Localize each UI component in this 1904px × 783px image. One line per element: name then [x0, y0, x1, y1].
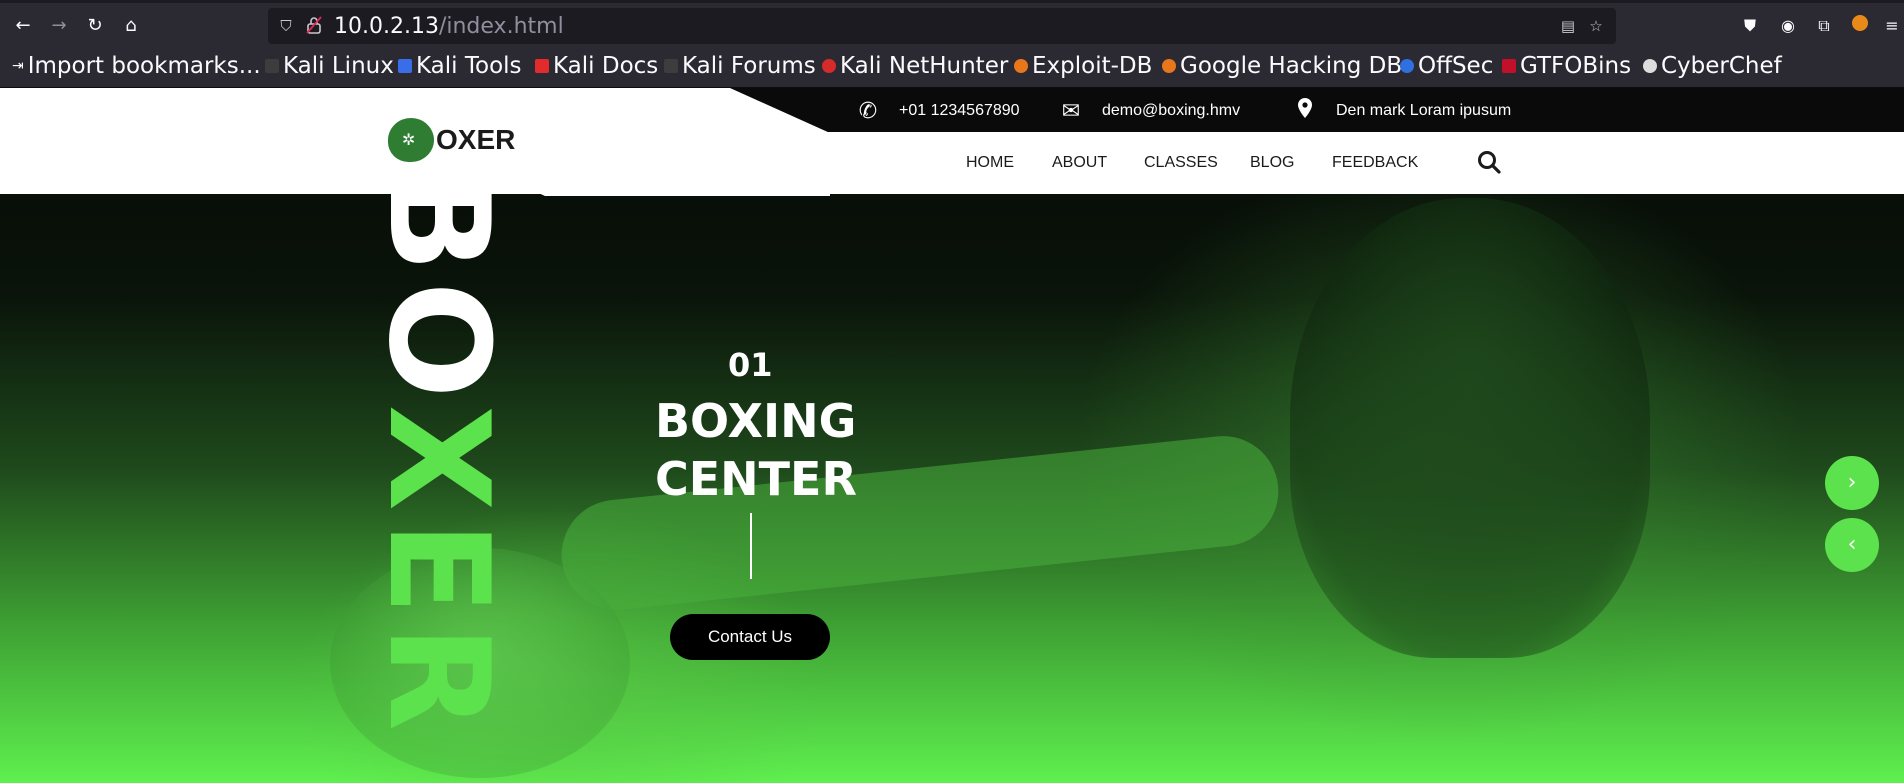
nav-about[interactable]: ABOUT	[1052, 154, 1107, 172]
slide-title-line1: BOXING	[655, 394, 857, 448]
bookmark-exploit-db[interactable]: Exploit-DB	[1014, 51, 1152, 81]
contact-email[interactable]: ✉ demo@boxing.hmv	[1058, 98, 1241, 123]
bookmark-label: Import bookmarks...	[27, 53, 261, 79]
vertical-letter: E	[358, 520, 519, 616]
bookmark-offsec[interactable]: OffSec	[1400, 51, 1493, 81]
forward-icon[interactable]: →	[45, 12, 73, 40]
bookmark-label: Exploit-DB	[1032, 53, 1153, 79]
hero-image-boxer	[1290, 198, 1650, 658]
extensions-icon[interactable]: ⧉	[1812, 14, 1836, 38]
kali-dragon-icon	[265, 59, 279, 73]
url-text[interactable]: 10.0.2.13/index.html	[334, 14, 564, 39]
offsec-icon	[1400, 59, 1414, 73]
kali-docs-icon	[535, 59, 549, 73]
bookmark-label: Google Hacking DB	[1180, 53, 1403, 79]
menu-icon[interactable]: ≡	[1880, 14, 1904, 38]
slide-number: 01	[728, 346, 773, 384]
nethunter-icon	[822, 59, 836, 73]
shield-icon[interactable]: ⛉	[276, 16, 296, 36]
nav-blog[interactable]: BLOG	[1250, 154, 1294, 172]
logo-text: OXER	[436, 124, 516, 155]
vertical-letter: X	[358, 404, 519, 512]
slide-divider	[750, 513, 752, 579]
bookmark-import[interactable]: ⇥ Import bookmarks...	[12, 51, 261, 81]
boxing-glove-logo-icon	[388, 118, 434, 162]
home-icon[interactable]: ⌂	[117, 12, 145, 40]
url-host: 10.0.2.13	[334, 14, 439, 39]
bookmark-label: Kali Tools	[416, 53, 522, 79]
bookmark-label: Kali Linux	[283, 53, 394, 79]
web-page: ✆ +01 1234567890 ✉ demo@boxing.hmv Den m…	[0, 88, 1904, 783]
bookmark-kali-forums[interactable]: Kali Forums	[664, 51, 816, 81]
contact-phone[interactable]: ✆ +01 1234567890	[855, 98, 1020, 123]
map-pin-icon	[1292, 97, 1318, 125]
bookmark-label: Kali NetHunter	[840, 53, 1009, 79]
ghdb-icon	[1162, 59, 1176, 73]
bookmark-label: Kali Forums	[682, 53, 816, 79]
nav-feedback[interactable]: FEEDBACK	[1332, 154, 1418, 172]
url-bar[interactable]: ⛉ 10.0.2.13/index.html ▤ ☆	[268, 8, 1616, 44]
chevron-left-icon[interactable]: ‹	[1825, 518, 1879, 572]
contact-us-button[interactable]: Contact Us	[670, 614, 830, 660]
insecure-lock-icon[interactable]	[304, 16, 324, 36]
bookmark-label: OffSec	[1418, 53, 1494, 79]
email-text: demo@boxing.hmv	[1102, 102, 1241, 119]
account-icon[interactable]: ◉	[1776, 14, 1800, 38]
vertical-letter: R	[358, 624, 519, 732]
pocket-icon[interactable]: ⛊	[1738, 14, 1762, 38]
bookmark-label: GTFOBins	[1520, 53, 1632, 79]
bookmark-google-hacking-db[interactable]: Google Hacking DB	[1162, 51, 1402, 81]
bookmark-gtfobins[interactable]: GTFOBins	[1502, 51, 1631, 81]
bookmark-label: CyberChef	[1661, 53, 1782, 79]
browser-toolbar: ← → ↻ ⌂ ⛉ 10.0.2.13/index.html ▤ ☆ ⛊ ◉ ⧉…	[0, 0, 1904, 46]
vertical-letter: B	[358, 167, 519, 273]
bookmarks-bar: ⇥ Import bookmarks... Kali Linux Kali Too…	[0, 46, 1904, 88]
bookmark-kali-docs[interactable]: Kali Docs	[535, 51, 658, 81]
contact-address[interactable]: Den mark Loram ipusum	[1292, 97, 1512, 125]
bookmark-kali-linux[interactable]: Kali Linux	[265, 51, 394, 81]
vertical-letter: O	[358, 281, 519, 399]
phone-text: +01 1234567890	[899, 102, 1020, 119]
bookmark-kali-tools[interactable]: Kali Tools	[398, 51, 522, 81]
search-icon[interactable]	[1477, 150, 1503, 176]
nav-home[interactable]: HOME	[966, 154, 1014, 172]
envelope-icon: ✉	[1061, 98, 1081, 123]
reader-mode-icon[interactable]: ▤	[1558, 16, 1578, 36]
bookmark-star-icon[interactable]: ☆	[1586, 16, 1606, 36]
nav-classes[interactable]: CLASSES	[1144, 154, 1218, 172]
address-text: Den mark Loram ipusum	[1336, 102, 1512, 119]
import-icon: ⇥	[12, 58, 24, 74]
reload-icon[interactable]: ↻	[81, 12, 109, 40]
kali-tools-icon	[398, 59, 412, 73]
chevron-right-icon[interactable]: ›	[1825, 456, 1879, 510]
vertical-boxer-word: B O X E R	[358, 160, 519, 780]
exploit-db-icon	[1014, 59, 1028, 73]
bookmark-label: Kali Docs	[553, 53, 659, 79]
extension-fox-icon[interactable]	[1848, 14, 1872, 38]
back-icon[interactable]: ←	[9, 12, 37, 40]
phone-icon: ✆	[858, 98, 878, 123]
slide-title: BOXING CENTER	[655, 392, 915, 508]
cyberchef-icon	[1643, 59, 1657, 73]
gtfobins-icon	[1502, 59, 1516, 73]
kali-dragon-icon	[664, 59, 678, 73]
url-path: /index.html	[438, 14, 564, 39]
site-logo[interactable]: OXER	[388, 118, 515, 162]
slide-title-line2: CENTER	[655, 452, 857, 506]
bookmark-kali-nethunter[interactable]: Kali NetHunter	[822, 51, 1008, 81]
bookmark-cyberchef[interactable]: CyberChef	[1643, 51, 1782, 81]
